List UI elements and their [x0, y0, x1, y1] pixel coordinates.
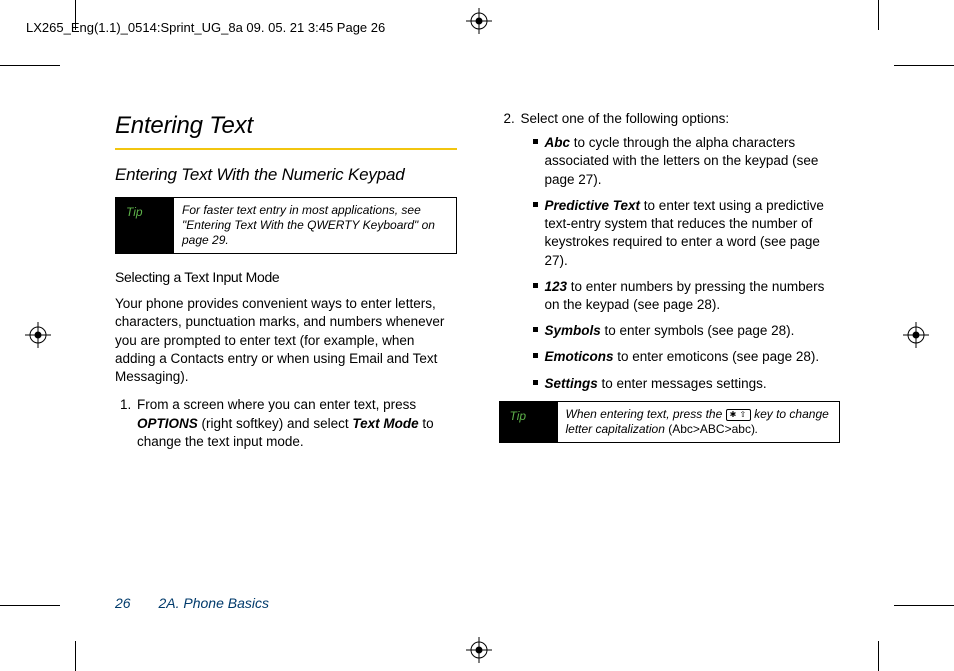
- option-item: Emoticons to enter emoticons (see page 2…: [535, 348, 841, 366]
- tip-text: .: [755, 422, 758, 436]
- option-term: Settings: [545, 376, 598, 391]
- tip-box: Tip When entering text, press the ✱ ⇧ ke…: [499, 401, 841, 443]
- minor-heading: Selecting a Text Input Mode: [115, 268, 457, 287]
- intro-paragraph: Your phone provides convenient ways to e…: [115, 295, 457, 386]
- section-title: Entering Text: [115, 110, 457, 142]
- option-desc: to enter symbols (see page 28).: [601, 323, 795, 338]
- tip-label: Tip: [500, 402, 558, 442]
- registration-mark-icon: [903, 322, 929, 348]
- registration-mark-icon: [466, 8, 492, 34]
- crop-mark: [75, 641, 76, 671]
- crop-mark: [894, 65, 954, 66]
- right-column: Select one of the following options: Abc…: [499, 110, 841, 459]
- step-item: From a screen where you can enter text, …: [135, 396, 457, 451]
- option-item: Settings to enter messages settings.: [535, 375, 841, 393]
- menu-item-name: Text Mode: [352, 416, 418, 431]
- step-lead: Select one of the following options:: [521, 111, 730, 126]
- subsection-title: Entering Text With the Numeric Keypad: [115, 164, 457, 187]
- crop-mark: [894, 605, 954, 606]
- step-list: From a screen where you can enter text, …: [115, 396, 457, 451]
- page-footer: 26 2A. Phone Basics: [115, 595, 269, 611]
- crop-mark: [0, 65, 60, 66]
- option-term: Emoticons: [545, 349, 614, 364]
- option-term: Predictive Text: [545, 198, 641, 213]
- section-divider: [115, 148, 457, 150]
- option-desc: to enter numbers by pressing the numbers…: [545, 279, 825, 312]
- crop-mark: [0, 605, 60, 606]
- tip-text: (Abc>ABC>abc): [668, 422, 755, 436]
- option-item: Abc to cycle through the alpha character…: [535, 134, 841, 189]
- page-number: 26: [115, 595, 131, 611]
- chapter-title: 2A. Phone Basics: [158, 595, 269, 611]
- crop-mark: [75, 0, 76, 30]
- shift-key-icon: ✱ ⇧: [726, 409, 751, 421]
- option-item: 123 to enter numbers by pressing the num…: [535, 278, 841, 314]
- option-item: Symbols to enter symbols (see page 28).: [535, 322, 841, 340]
- tip-label: Tip: [116, 198, 174, 253]
- option-term: 123: [545, 279, 568, 294]
- step-list-cont: Select one of the following options: Abc…: [499, 110, 841, 393]
- step-item: Select one of the following options: Abc…: [519, 110, 841, 393]
- registration-mark-icon: [25, 322, 51, 348]
- option-term: Abc: [545, 135, 571, 150]
- registration-mark-icon: [466, 637, 492, 663]
- page: LX265_Eng(1.1)_0514:Sprint_UG_8a 09. 05.…: [0, 0, 954, 671]
- tip-text: When entering text, press the: [566, 407, 726, 421]
- tip-body: For faster text entry in most applicatio…: [174, 198, 456, 253]
- step-text: From a screen where you can enter text, …: [137, 397, 416, 412]
- step-text: (right softkey) and select: [198, 416, 353, 431]
- option-list: Abc to cycle through the alpha character…: [521, 134, 841, 393]
- option-term: Symbols: [545, 323, 601, 338]
- crop-mark: [878, 0, 879, 30]
- softkey-name: OPTIONS: [137, 416, 198, 431]
- tip-body: When entering text, press the ✱ ⇧ key to…: [558, 402, 840, 442]
- option-desc: to enter messages settings.: [598, 376, 767, 391]
- left-column: Entering Text Entering Text With the Num…: [115, 110, 457, 459]
- option-item: Predictive Text to enter text using a pr…: [535, 197, 841, 270]
- page-content: Entering Text Entering Text With the Num…: [75, 38, 880, 618]
- crop-mark: [878, 641, 879, 671]
- option-desc: to cycle through the alpha characters as…: [545, 135, 819, 186]
- tip-box: Tip For faster text entry in most applic…: [115, 197, 457, 254]
- option-desc: to enter emoticons (see page 28).: [614, 349, 820, 364]
